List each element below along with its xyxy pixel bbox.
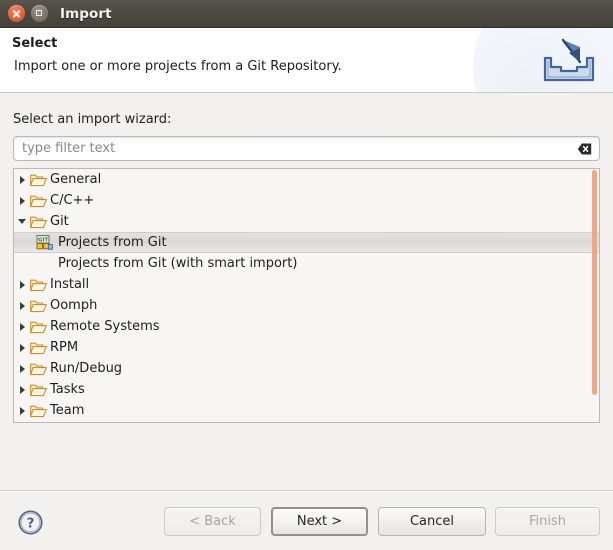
import-wizard-icon xyxy=(543,38,595,82)
footer-divider-highlight xyxy=(0,491,613,492)
tree-row[interactable]: Projects from Git (with smart import) xyxy=(14,253,599,274)
folder-icon xyxy=(30,299,47,313)
chevron-down-icon[interactable] xyxy=(14,219,30,224)
window-close-icon[interactable] xyxy=(8,5,25,22)
import-dialog: Import Select Import one or more project… xyxy=(0,0,613,550)
tree-rows-container: General C/C++ Git GIT Projects from Git Proje… xyxy=(14,169,599,421)
filter-placeholder-text: type filter text xyxy=(22,141,116,156)
window-maximize-icon[interactable] xyxy=(31,5,48,22)
tree-row[interactable]: RPM xyxy=(14,337,599,358)
chevron-right-icon[interactable] xyxy=(14,343,30,352)
folder-icon xyxy=(30,341,47,355)
tree-row[interactable]: Remote Systems xyxy=(14,316,599,337)
chevron-right-icon[interactable] xyxy=(14,322,30,331)
tree-row[interactable]: Tasks xyxy=(14,379,599,400)
tree-row[interactable]: Oomph xyxy=(14,295,599,316)
tree-row-label: Team xyxy=(50,403,85,418)
tree-row-label: Remote Systems xyxy=(50,319,160,334)
svg-text:?: ? xyxy=(27,515,35,531)
tree-row-label: Oomph xyxy=(50,298,98,313)
folder-icon xyxy=(30,320,47,334)
tree-row-label: Run/Debug xyxy=(50,361,123,376)
finish-button[interactable]: Finish xyxy=(495,507,600,536)
tree-row-label: Tasks xyxy=(50,382,85,397)
tree-row[interactable]: GIT Projects from Git xyxy=(14,232,599,253)
tree-row[interactable]: C/C++ xyxy=(14,190,599,211)
folder-icon xyxy=(30,404,47,418)
page-description: Import one or more projects from a Git R… xyxy=(14,59,342,74)
title-bar: Import xyxy=(0,0,613,28)
chevron-right-icon[interactable] xyxy=(14,301,30,310)
import-wizard-tree[interactable]: General C/C++ Git GIT Projects from Git Proje… xyxy=(13,168,600,423)
folder-icon xyxy=(30,173,47,187)
tree-row-label: General xyxy=(50,172,102,187)
tree-row-label: Projects from Git xyxy=(58,235,167,250)
tree-row[interactable]: Run/Debug xyxy=(14,358,599,379)
maximize-square-glyph xyxy=(36,10,42,16)
filter-input[interactable]: type filter text xyxy=(13,136,600,161)
tree-row-label: RPM xyxy=(50,340,79,355)
folder-icon xyxy=(30,215,47,229)
svg-text:GIT: GIT xyxy=(38,237,48,243)
git-project-icon: GIT xyxy=(36,235,53,250)
tree-row[interactable]: Team xyxy=(14,400,599,421)
next-button[interactable]: Next > xyxy=(271,507,368,536)
tree-row-label: C/C++ xyxy=(50,193,95,208)
folder-icon xyxy=(30,194,47,208)
window-title: Import xyxy=(60,5,112,22)
wizard-header: Select Import one or more projects from … xyxy=(0,28,613,93)
tree-row[interactable]: General xyxy=(14,169,599,190)
folder-icon xyxy=(30,383,47,397)
page-title: Select xyxy=(12,36,58,51)
help-icon[interactable]: ? xyxy=(17,509,44,536)
tree-row-label: Install xyxy=(50,277,90,292)
clear-filter-icon[interactable] xyxy=(577,143,592,155)
folder-icon xyxy=(30,278,47,292)
tree-row[interactable]: Git xyxy=(14,211,599,232)
tree-row-label: Projects from Git (with smart import) xyxy=(58,256,298,271)
chevron-right-icon[interactable] xyxy=(14,364,30,373)
back-button[interactable]: < Back xyxy=(164,507,261,536)
tree-row-label: Git xyxy=(50,214,69,229)
chevron-right-icon[interactable] xyxy=(14,385,30,394)
chevron-right-icon[interactable] xyxy=(14,406,30,415)
cancel-button[interactable]: Cancel xyxy=(378,507,486,536)
chevron-right-icon[interactable] xyxy=(14,280,30,289)
select-wizard-label: Select an import wizard: xyxy=(13,112,172,127)
tree-vertical-scrollbar[interactable] xyxy=(592,170,597,395)
chevron-right-icon[interactable] xyxy=(14,196,30,205)
folder-icon xyxy=(30,362,47,376)
chevron-right-icon[interactable] xyxy=(14,175,30,184)
tree-row[interactable]: Install xyxy=(14,274,599,295)
